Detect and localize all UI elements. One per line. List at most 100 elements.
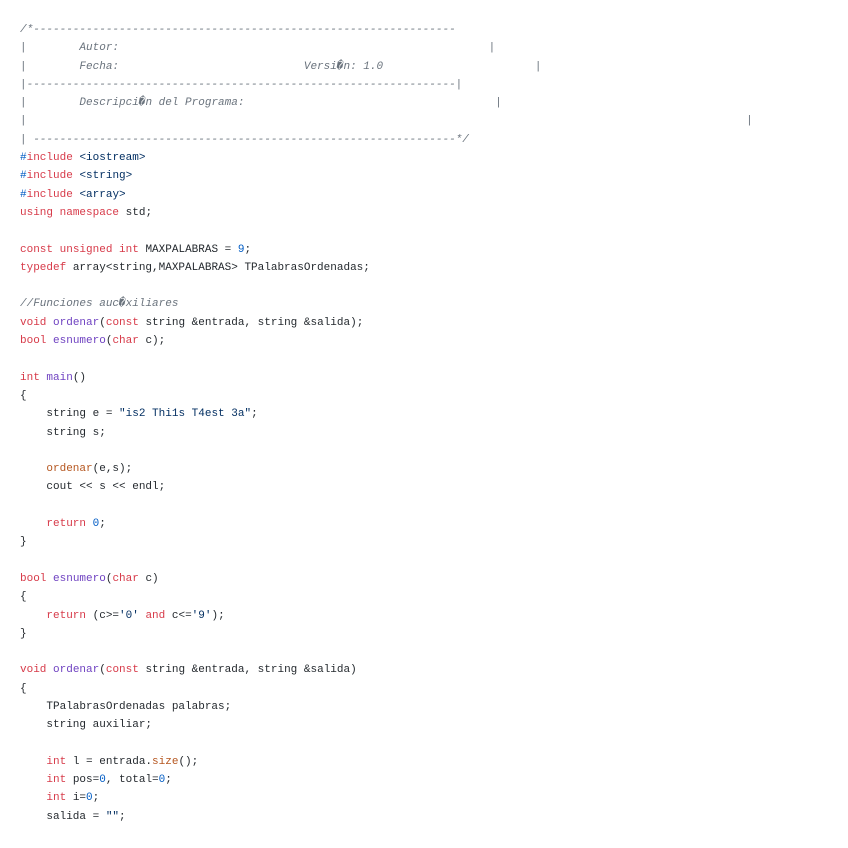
preprocessor-hash: #: [20, 170, 27, 183]
code-line: |---------------------------------------…: [20, 76, 753, 94]
keyword: int: [46, 774, 67, 787]
code-line: int pos=0, total=0;: [20, 771, 753, 789]
keyword: void: [20, 316, 47, 329]
code-line: #include <array>: [20, 186, 753, 204]
code-text: ;: [92, 792, 100, 805]
string-literal: "": [105, 810, 120, 823]
keyword: int: [119, 243, 139, 256]
code-text: (: [99, 664, 106, 677]
code-text: cout << s << endl;: [20, 481, 166, 494]
keyword: bool: [20, 335, 47, 348]
function-name: main: [46, 371, 73, 384]
code-line: {: [20, 588, 753, 606]
code-text: }: [20, 627, 27, 640]
code-text: string auxiliar;: [20, 719, 153, 732]
code-line: using namespace std;: [20, 204, 753, 222]
number-literal: 0: [99, 774, 106, 787]
keyword: const: [105, 664, 139, 677]
code-line: void ordenar(const string &entrada, stri…: [20, 661, 753, 679]
code-line: return (c>='0' and c<='9');: [20, 607, 753, 625]
code-line: int main(): [20, 369, 753, 387]
code-line: string e = "is2 Thi1s T4est 3a";: [20, 405, 753, 423]
code-line: //Funciones auc�xiliares: [20, 295, 753, 313]
code-line: void ordenar(const string &entrada, stri…: [20, 314, 753, 332]
code-text: }: [20, 536, 27, 549]
keyword: const: [105, 316, 139, 329]
string-literal: '0': [119, 609, 139, 622]
code-line: | Fecha: Versi�n: 1.0 |: [20, 58, 753, 76]
string-literal: "is2 Thi1s T4est 3a": [119, 408, 252, 421]
string-literal: <string>: [79, 170, 133, 183]
comment: //Funciones auc�xiliares: [20, 298, 179, 311]
keyword: using: [20, 206, 54, 219]
comment: | |: [20, 115, 753, 128]
preprocessor-hash: #: [20, 152, 27, 165]
function-name: esnumero: [53, 572, 106, 585]
code-text: ;: [165, 774, 172, 787]
comment: | Autor: |: [20, 42, 496, 55]
code-text: (c>=: [86, 609, 120, 622]
keyword: include: [26, 170, 73, 183]
function-name: ordenar: [53, 664, 100, 677]
keyword: char: [112, 335, 139, 348]
code-line: | Autor: |: [20, 39, 753, 57]
string-literal: <array>: [79, 188, 126, 201]
comment: | Descripci�n del Programa: |: [20, 97, 502, 110]
comment: /*--------------------------------------…: [20, 24, 456, 36]
keyword: const: [20, 243, 54, 256]
code-line: | |: [20, 112, 753, 130]
code-text: {: [20, 591, 27, 604]
code-line: {: [20, 387, 753, 405]
code-text: {: [20, 389, 27, 402]
code-line: typedef array<string,MAXPALABRAS> TPalab…: [20, 259, 753, 277]
keyword: include: [26, 188, 73, 201]
number-literal: 0: [86, 792, 93, 805]
code-text: (): [72, 371, 87, 384]
code-text: ;: [244, 243, 252, 256]
code-text: ;: [99, 518, 106, 531]
preprocessor-hash: #: [20, 188, 27, 201]
keyword: include: [26, 152, 73, 165]
code-text: , total=: [105, 774, 159, 787]
keyword: return: [46, 518, 87, 531]
code-text: array<string,MAXPALABRAS> TPalabrasOrden…: [66, 261, 370, 274]
code-text: (e,s);: [92, 463, 133, 476]
code-text: std;: [119, 206, 153, 219]
code-text: c): [138, 572, 159, 585]
keyword: and: [145, 609, 166, 622]
code-line: bool esnumero(char c);: [20, 332, 753, 350]
code-text: c);: [138, 335, 166, 348]
code-line: {: [20, 680, 753, 698]
function-name: ordenar: [53, 316, 100, 329]
keyword: namespace: [59, 206, 120, 219]
comment: | --------------------------------------…: [20, 133, 469, 146]
code-line: | Descripci�n del Programa: |: [20, 94, 753, 112]
code-line: }: [20, 625, 753, 643]
code-line: #include <string>: [20, 167, 753, 185]
code-text: pos=: [66, 774, 100, 787]
code-line: TPalabrasOrdenadas palabras;: [20, 698, 753, 716]
keyword: typedef: [20, 261, 67, 274]
code-text: salida =: [20, 810, 106, 823]
code-document: /*--------------------------------------…: [20, 21, 753, 826]
string-literal: <iostream>: [79, 152, 146, 165]
code-text: c<=: [165, 609, 192, 622]
keyword: return: [46, 609, 87, 622]
keyword: int: [46, 792, 67, 805]
code-line: #include <iostream>: [20, 149, 753, 167]
string-literal: '9': [191, 609, 212, 622]
code-line: string auxiliar;: [20, 716, 753, 734]
code-line: ordenar(e,s);: [20, 460, 753, 478]
keyword: void: [20, 664, 47, 677]
